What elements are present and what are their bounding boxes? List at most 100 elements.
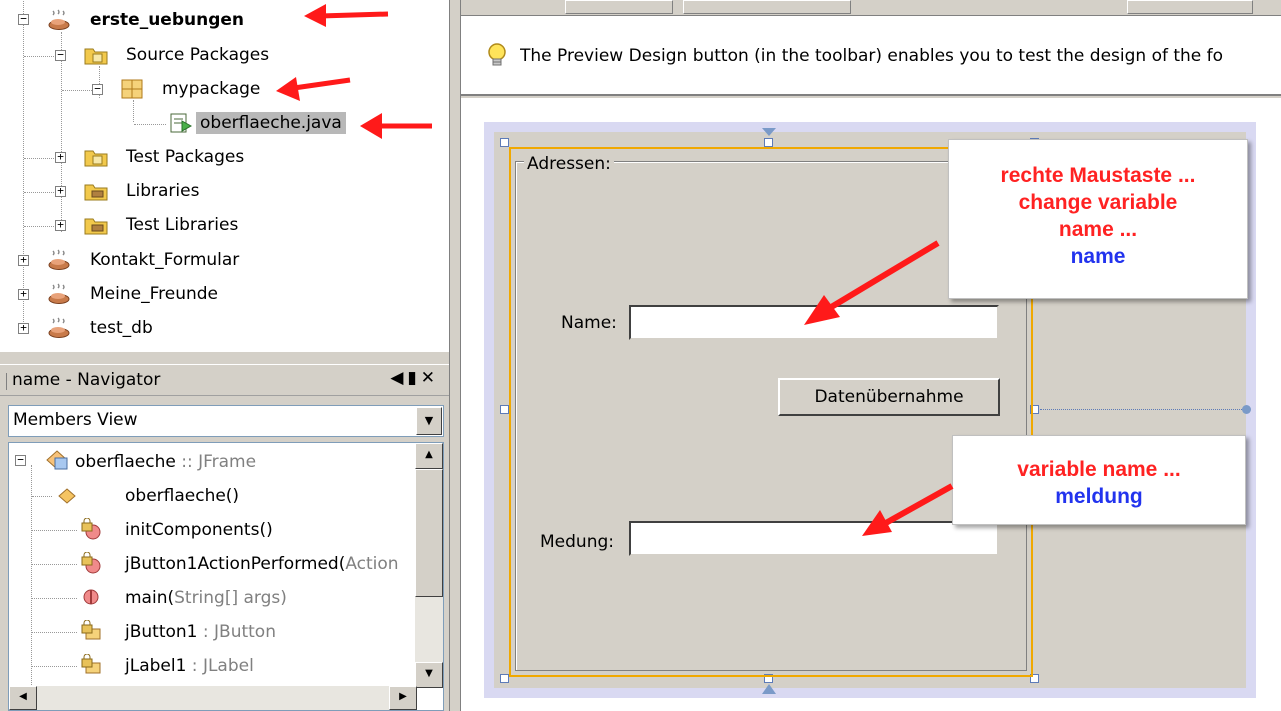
tree-item-meine-freunde[interactable]: Meine_Freunde bbox=[90, 283, 218, 305]
anchor-guide-line bbox=[1040, 409, 1244, 410]
resize-handle[interactable] bbox=[500, 138, 509, 147]
member-item[interactable]: main(String[] args) bbox=[125, 587, 287, 609]
member-item[interactable]: oberflaeche :: JFrame bbox=[75, 451, 256, 473]
toolbar-segment[interactable] bbox=[1127, 0, 1253, 14]
horizontal-scrollbar[interactable]: ◀ ▶ bbox=[9, 686, 417, 710]
tree-connector bbox=[24, 56, 54, 57]
hint-text: The Preview Design button (in the toolba… bbox=[520, 46, 1224, 66]
annotation-arrow-icon bbox=[304, 4, 389, 27]
collapse-toggle-source-packages[interactable]: − bbox=[55, 49, 66, 61]
panel-splitter[interactable] bbox=[449, 0, 461, 711]
scroll-up-icon[interactable]: ▲ bbox=[415, 443, 443, 469]
tree-item-erste-uebungen[interactable]: erste_uebungen bbox=[90, 9, 244, 31]
class-form-icon bbox=[46, 450, 68, 470]
vertical-scrollbar[interactable]: ▲ ▼ bbox=[415, 443, 443, 688]
expand-toggle-test-db[interactable]: + bbox=[18, 322, 29, 334]
members-view-select[interactable]: Members View ▼ bbox=[8, 405, 444, 437]
annotation-arrow-icon bbox=[360, 113, 432, 139]
expand-toggle-test-packages[interactable]: + bbox=[55, 151, 66, 163]
constructor-icon bbox=[58, 488, 76, 504]
meldung-label: Medung: bbox=[540, 532, 614, 552]
annotation-callout: rechte Maustaste ... change variable nam… bbox=[948, 139, 1248, 299]
datenuebernahme-button[interactable]: Datenübernahme bbox=[778, 378, 1000, 416]
private-method-icon bbox=[81, 552, 101, 574]
navigator-title: name - Navigator bbox=[5, 370, 161, 390]
tree-item-test-db[interactable]: test_db bbox=[90, 317, 153, 339]
members-view-value: Members View bbox=[13, 410, 138, 430]
collapse-toggle-erste-uebungen[interactable]: − bbox=[18, 13, 29, 25]
tree-connector bbox=[24, 192, 54, 193]
tree-connector bbox=[32, 496, 52, 497]
package-folder-icon bbox=[84, 150, 108, 167]
private-field-icon bbox=[81, 654, 101, 674]
tree-connector bbox=[32, 564, 77, 565]
tree-connector bbox=[32, 598, 77, 599]
annotation-callout: variable name ... meldung bbox=[952, 435, 1246, 525]
project-tree: − erste_uebungen − Source Packages − myp… bbox=[0, 0, 449, 352]
resize-handle[interactable] bbox=[500, 674, 509, 683]
member-item[interactable]: oberflaeche() bbox=[125, 485, 239, 507]
resize-handle[interactable] bbox=[500, 405, 509, 414]
tree-item-libraries[interactable]: Libraries bbox=[126, 180, 199, 202]
resize-handle[interactable] bbox=[764, 138, 773, 147]
tree-connector bbox=[24, 158, 54, 159]
scrollbar-thumb[interactable] bbox=[415, 469, 443, 597]
tree-item-test-libraries[interactable]: Test Libraries bbox=[126, 214, 238, 236]
static-method-icon bbox=[83, 589, 99, 605]
tree-item-kontakt-formular[interactable]: Kontakt_Formular bbox=[90, 249, 239, 271]
editor-toolbar bbox=[461, 0, 1281, 16]
scroll-down-icon[interactable]: ▼ bbox=[415, 662, 443, 688]
tree-item-test-packages[interactable]: Test Packages bbox=[126, 146, 244, 168]
library-folder-icon bbox=[84, 184, 108, 201]
tree-item-mypackage[interactable]: mypackage bbox=[162, 78, 260, 100]
tree-connector bbox=[23, 0, 24, 330]
callout-text: name ... bbox=[1058, 218, 1138, 241]
tree-connector bbox=[31, 465, 32, 710]
collapse-toggle-mypackage[interactable]: − bbox=[92, 83, 103, 95]
library-folder-icon bbox=[84, 218, 108, 235]
callout-text: change variable bbox=[1018, 191, 1178, 214]
annotation-arrow-icon bbox=[804, 240, 940, 325]
member-item[interactable]: jButton1 : JButton bbox=[125, 621, 276, 643]
name-label: Name: bbox=[561, 313, 617, 333]
tree-connector bbox=[24, 226, 54, 227]
minimize-window-icon[interactable]: ◀▮ bbox=[390, 368, 420, 388]
toolbar-segment[interactable] bbox=[683, 0, 851, 14]
java-form-file-icon bbox=[170, 113, 192, 133]
tree-connector bbox=[134, 124, 166, 125]
tree-item-oberflaeche-java[interactable]: oberflaeche.java bbox=[196, 112, 346, 134]
expand-toggle-meine-freunde[interactable]: + bbox=[18, 288, 29, 300]
chevron-down-icon[interactable]: ▼ bbox=[416, 407, 442, 435]
callout-text: variable name ... bbox=[1017, 458, 1181, 481]
anchor-dot-icon bbox=[1242, 405, 1251, 414]
expand-toggle-test-libraries[interactable]: + bbox=[55, 219, 66, 231]
annotation-arrow-icon bbox=[276, 77, 351, 101]
expand-toggle-libraries[interactable]: + bbox=[55, 185, 66, 197]
tree-connector bbox=[32, 666, 77, 667]
callout-text: meldung bbox=[1055, 485, 1143, 508]
member-item[interactable]: jButton1ActionPerformed(Action bbox=[125, 553, 399, 575]
tree-connector bbox=[32, 530, 77, 531]
tree-item-source-packages[interactable]: Source Packages bbox=[126, 44, 269, 66]
navigator-header: name - Navigator ◀▮✕ bbox=[0, 364, 449, 396]
tree-connector bbox=[61, 32, 62, 232]
scroll-right-icon[interactable]: ▶ bbox=[389, 686, 417, 710]
member-item[interactable]: initComponents() bbox=[125, 519, 273, 541]
private-method-icon bbox=[81, 518, 101, 540]
members-list: − oberflaeche :: JFrame oberflaeche() in… bbox=[8, 442, 444, 711]
callout-text: name bbox=[1070, 245, 1126, 268]
lightbulb-icon bbox=[488, 43, 506, 66]
collapse-toggle-oberflaeche[interactable]: − bbox=[15, 454, 26, 466]
close-icon[interactable]: ✕ bbox=[421, 368, 439, 388]
package-icon bbox=[121, 79, 143, 99]
member-item[interactable]: jLabel1 : JLabel bbox=[125, 655, 254, 677]
expand-toggle-kontakt-formular[interactable]: + bbox=[18, 254, 29, 266]
annotation-arrow-icon bbox=[862, 483, 954, 536]
toolbar-segment[interactable] bbox=[565, 0, 673, 14]
scroll-left-icon[interactable]: ◀ bbox=[9, 686, 37, 710]
navigator-window-buttons: ◀▮✕ bbox=[390, 368, 439, 388]
coffee-cup-icon bbox=[48, 9, 70, 30]
tree-connector bbox=[62, 90, 92, 91]
tree-connector bbox=[133, 100, 134, 122]
callout-text: rechte Maustaste ... bbox=[1000, 164, 1196, 187]
